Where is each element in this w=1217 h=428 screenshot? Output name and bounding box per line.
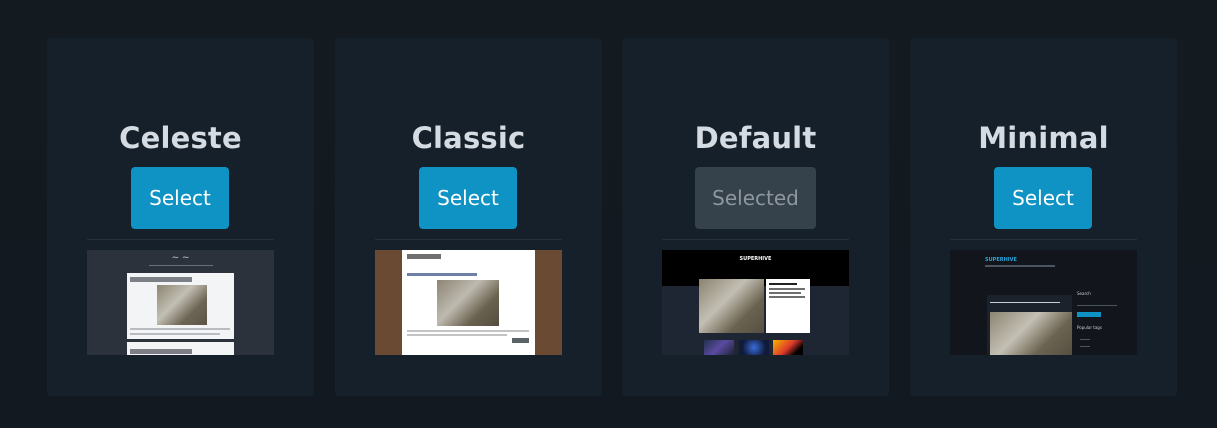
preview-logo: SUPERHIVE (985, 257, 1017, 263)
preview-logo: ~ ~ (171, 253, 190, 263)
divider (662, 239, 849, 240)
preview-line (407, 254, 441, 259)
preview-line (1080, 346, 1090, 347)
preview-thumbnail (739, 340, 769, 355)
preview-page (402, 250, 535, 355)
preview-line (769, 288, 805, 290)
divider (950, 239, 1137, 240)
preview-line (769, 296, 805, 298)
preview-line (130, 328, 230, 330)
divider (87, 239, 274, 240)
preview-line (769, 292, 801, 294)
preview-photo (157, 285, 207, 325)
preview-post (127, 342, 234, 355)
select-button[interactable]: Select (131, 167, 229, 229)
preview-line (769, 283, 797, 285)
preview-photo (990, 312, 1072, 355)
preview-photo (699, 279, 764, 333)
theme-chooser: Celeste Select ~ ~ Classic Select Defaul… (0, 0, 1217, 428)
preview-logo: SUPERHIVE (739, 256, 772, 262)
preview-line (407, 273, 477, 276)
preview-thumbnail (704, 340, 734, 355)
theme-card-classic: Classic Select (335, 38, 602, 396)
theme-title: Minimal (978, 121, 1109, 155)
select-button[interactable]: Select (994, 167, 1092, 229)
preview-line (130, 349, 192, 354)
theme-card-minimal: Minimal Select SUPERHIVE Search Popular … (910, 38, 1177, 396)
preview-line (1080, 339, 1090, 340)
preview-line (985, 265, 1055, 267)
preview-sidebar (766, 279, 810, 333)
preview-line (407, 330, 529, 332)
divider (375, 239, 562, 240)
preview-label: Search (1077, 291, 1091, 296)
theme-preview-image (375, 250, 562, 355)
preview-line (130, 277, 192, 282)
preview-line (407, 334, 507, 336)
theme-title: Default (694, 121, 817, 155)
theme-preview-image: SUPERHIVE Search Popular tags (950, 250, 1137, 355)
preview-line (1077, 305, 1117, 306)
preview-line (130, 333, 220, 335)
theme-title: Celeste (119, 121, 242, 155)
selected-button[interactable]: Selected (695, 167, 816, 229)
select-button[interactable]: Select (419, 167, 517, 229)
theme-preview-image: SUPERHIVE (662, 250, 849, 355)
theme-preview-image: ~ ~ (87, 250, 274, 355)
theme-card-default: Default Selected SUPERHIVE (622, 38, 889, 396)
preview-line (990, 302, 1060, 303)
preview-button (512, 338, 529, 343)
theme-card-celeste: Celeste Select ~ ~ (47, 38, 314, 396)
theme-title: Classic (411, 121, 526, 155)
preview-label: Popular tags (1077, 325, 1102, 330)
preview-thumbnail (773, 340, 803, 355)
preview-button (1077, 312, 1101, 317)
preview-line (149, 265, 213, 266)
preview-post (127, 273, 234, 339)
preview-photo (437, 280, 499, 326)
